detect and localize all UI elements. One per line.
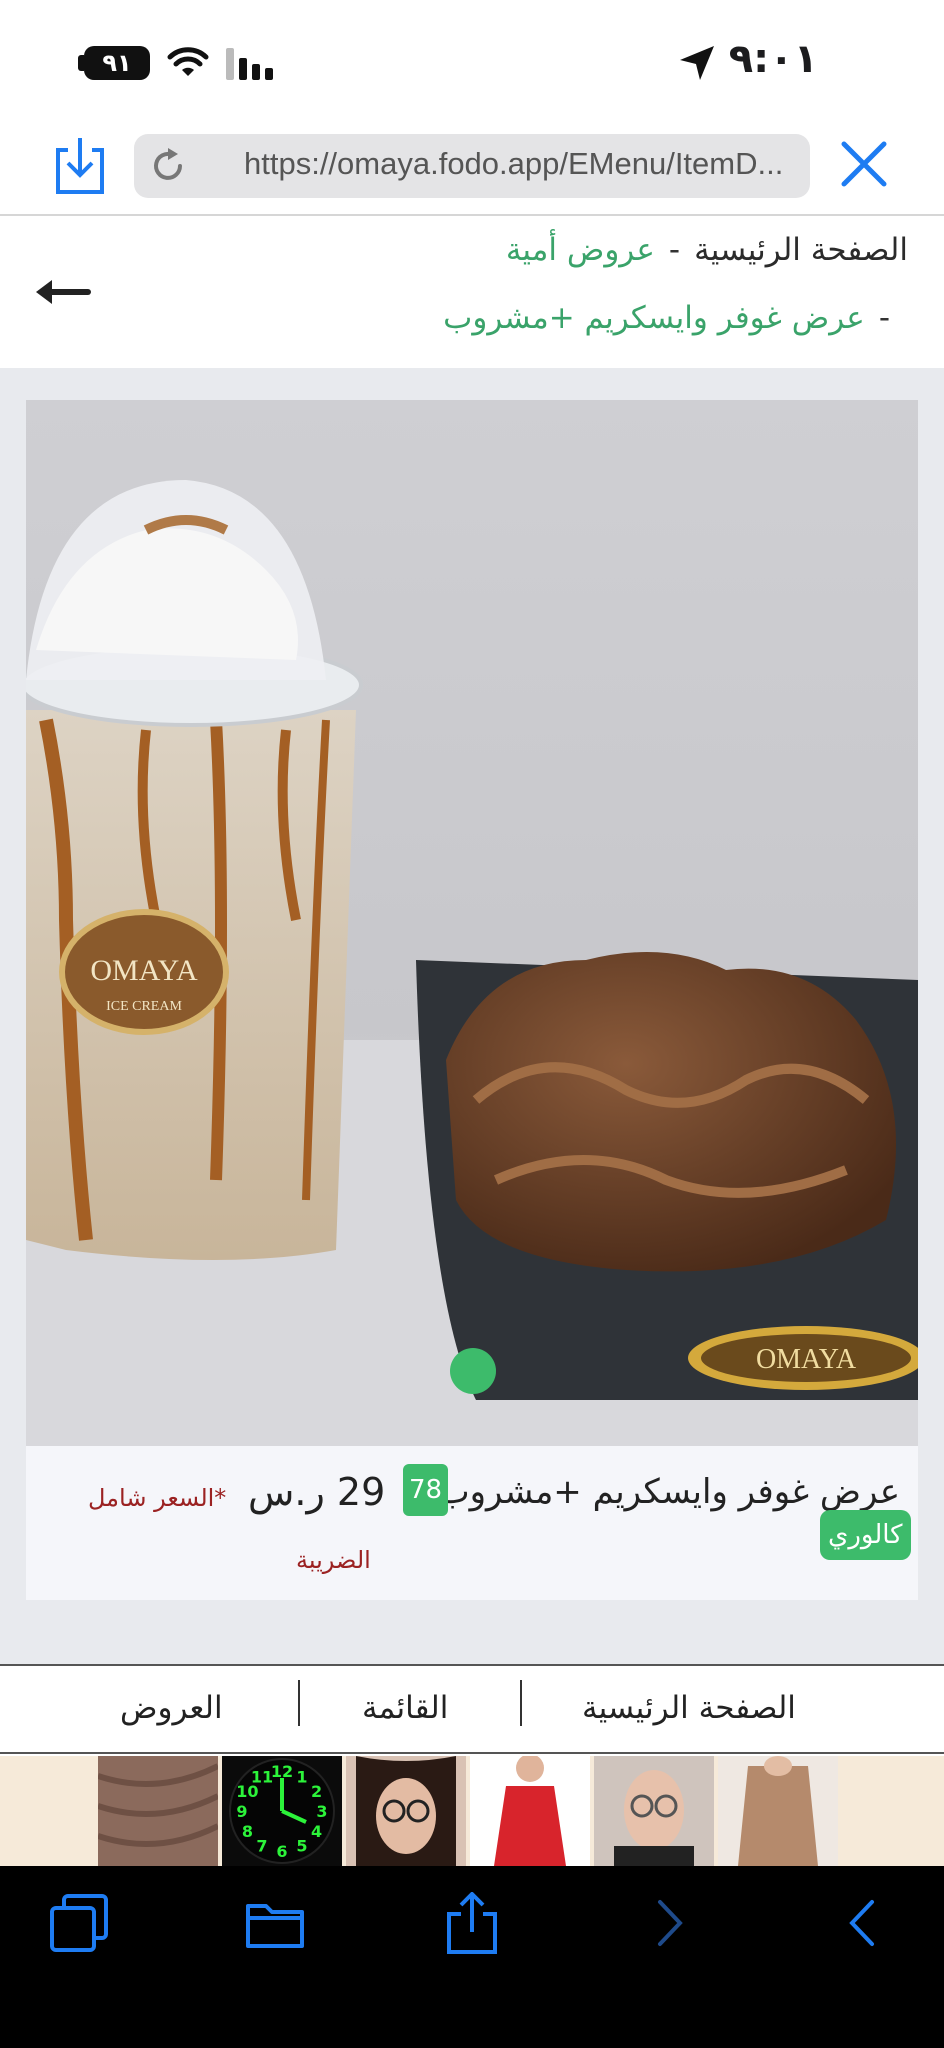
wifi-icon [167,47,209,76]
share-icon[interactable] [441,1892,503,1954]
close-icon[interactable] [838,138,890,190]
dress-image [494,1756,566,1866]
portrait-image-2 [614,1770,694,1866]
bookmarks-icon[interactable] [244,1892,306,1954]
clock-numeral: 2 [311,1782,322,1801]
back-arrow-icon[interactable] [34,274,92,310]
product-card: OMAYA ICE CREAM OMAYA عرض غوفر وايسكريم … [26,400,918,1600]
breadcrumb-line-1: الصفحة الرئيسية-عروض أمية [506,232,908,268]
breadcrumb-separator: - [878,300,890,336]
url-text: https://omaya.fodo.app/EMenu/ItemD... [244,146,784,181]
carousel-dot[interactable] [450,1348,496,1394]
ad-woman-glasses[interactable] [346,1756,466,1866]
breadcrumb-separator: - [668,232,681,268]
ad-banner[interactable]: 12 1 2 3 4 5 6 7 8 9 10 11 [0,1756,944,1866]
breadcrumb-home-link[interactable]: الصفحة الرئيسية [694,232,908,268]
cup-brand-text: OMAYA [90,954,198,987]
loungewear-image [738,1756,818,1866]
cup-sub-text: ICE CREAM [106,999,182,1014]
ad-woman-glasses-2[interactable] [594,1756,714,1866]
breadcrumb-line-2: -عرض غوفر وايسكريم +مشروب [443,300,904,336]
tax-note-line-1: *السعر شامل [88,1484,227,1512]
clock-numeral: 9 [236,1802,247,1821]
clock-numeral: 4 [311,1822,322,1841]
clock-numeral: 12 [271,1762,293,1781]
breadcrumb-category-link[interactable]: عروض أمية [506,232,655,268]
ad-red-dress[interactable] [470,1756,590,1866]
clock-numeral: 8 [242,1822,253,1841]
reload-icon[interactable] [148,146,188,186]
url-field[interactable]: https://omaya.fodo.app/EMenu/ItemD... [134,134,810,198]
ad-loungewear[interactable] [718,1756,838,1866]
browser-toolbar [0,1866,944,2048]
location-arrow-icon [680,46,714,80]
product-image[interactable]: OMAYA ICE CREAM OMAYA [26,400,918,1446]
product-name: عرض غوفر وايسكريم +مشروب [437,1472,900,1512]
clock-image: 12 1234567891011 [229,1758,335,1864]
calories-value-badge: 78 [403,1464,449,1516]
tabs-icon[interactable] [48,1892,110,1954]
clock-numeral: 3 [316,1802,327,1821]
nav-menu-link[interactable]: القائمة [362,1690,448,1726]
forward-icon[interactable] [640,1892,702,1954]
cellular-signal-icon [226,48,273,80]
fabric-image [98,1763,218,1847]
back-icon[interactable] [832,1892,894,1954]
clock-numeral: 7 [256,1837,267,1856]
product-photo: OMAYA ICE CREAM OMAYA [26,400,918,1446]
breadcrumb-item-link[interactable]: عرض غوفر وايسكريم +مشروب [443,300,865,336]
nav-divider [520,1680,522,1726]
nav-offers-link[interactable]: العروض [120,1690,223,1726]
nav-divider [298,1680,300,1726]
status-time: ٩:٠١ [728,36,818,82]
tax-note-line-2: الضريبة [296,1546,371,1574]
ad-wall-clock[interactable]: 12 1 2 3 4 5 6 7 8 9 10 11 [222,1756,342,1866]
clock-numeral: 5 [296,1837,307,1856]
battery-indicator: ٩١ [84,46,150,80]
ad-fabric-swatch[interactable] [98,1756,218,1866]
box-brand-text: OMAYA [756,1344,857,1375]
nav-home-link[interactable]: الصفحة الرئيسية [582,1690,796,1726]
calories-label-badge: كالوري [820,1510,911,1560]
browser-url-bar: https://omaya.fodo.app/EMenu/ItemD... [0,126,944,216]
download-icon[interactable] [54,136,106,196]
clock-numeral: 6 [276,1842,287,1861]
clock-numeral: 11 [251,1767,273,1786]
product-price: 29 ر.س [248,1470,386,1514]
site-bottom-nav: الصفحة الرئيسية القائمة العروض [0,1664,944,1754]
clock-numeral: 1 [296,1767,307,1786]
status-bar: ٩١ ٩:٠١ [0,0,944,126]
portrait-image [356,1756,456,1866]
breadcrumb: الصفحة الرئيسية-عروض أمية -عرض غوفر وايس… [0,218,944,368]
